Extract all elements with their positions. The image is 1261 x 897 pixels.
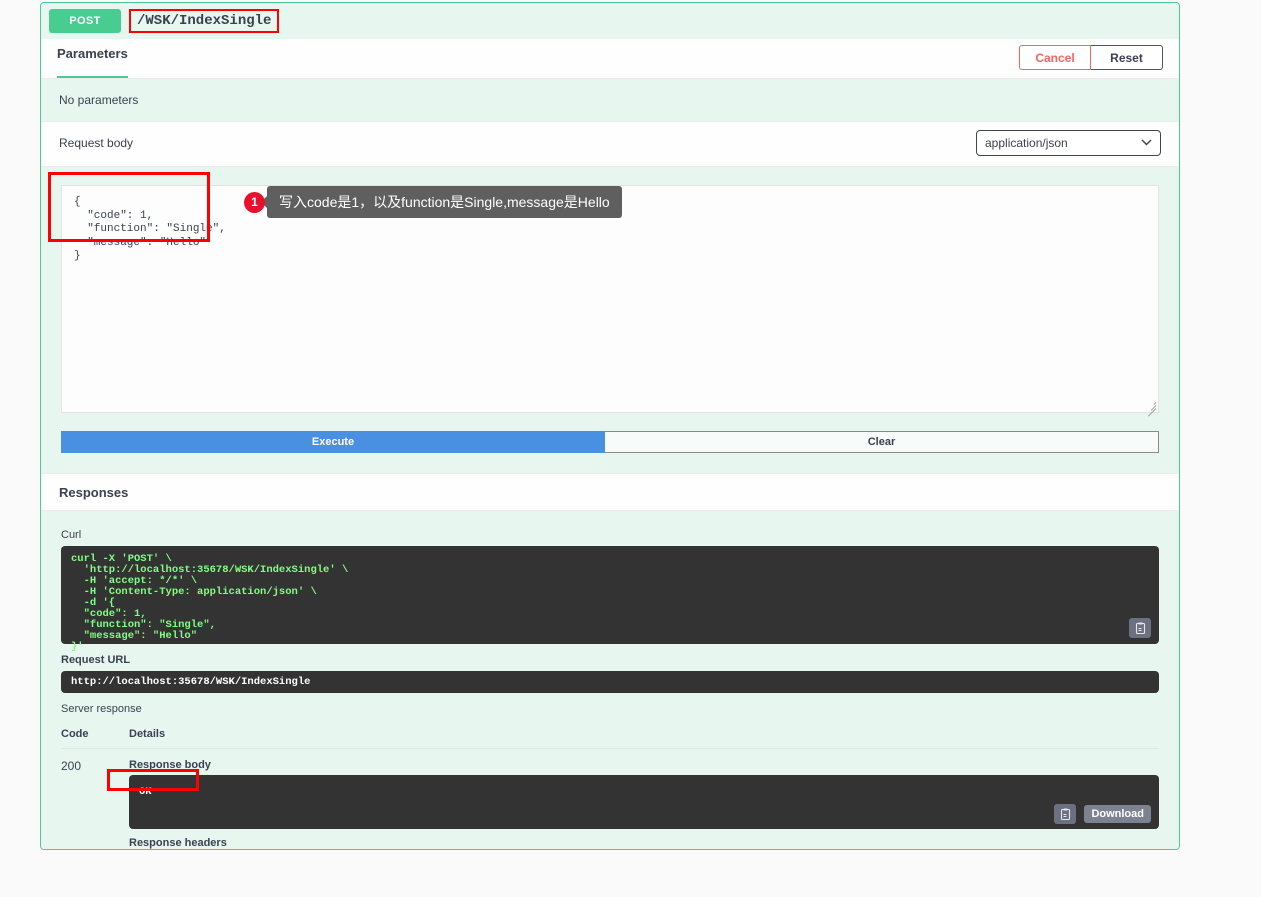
response-headers-label: Response headers: [129, 837, 227, 849]
header-button-group: Cancel Reset: [1019, 45, 1163, 70]
server-response-label: Server response: [61, 703, 142, 715]
curl-command: curl -X 'POST' \ 'http://localhost:35678…: [71, 553, 349, 653]
chevron-down-icon: [1141, 137, 1152, 149]
responses-section: Curl curl -X 'POST' \ 'http://localhost:…: [41, 511, 1179, 849]
http-method-badge: POST: [49, 9, 121, 33]
response-body-value: OK: [139, 786, 152, 798]
operation-block: POST /WSK/IndexSingle Parameters Cancel …: [40, 2, 1180, 850]
request-body-label: Request body: [59, 136, 134, 150]
response-details: Response body OK Download Response heade…: [107, 759, 1159, 849]
content-type-value: application/json: [985, 136, 1068, 150]
operation-summary-bar[interactable]: POST /WSK/IndexSingle: [41, 3, 1179, 39]
curl-label: Curl: [61, 529, 82, 541]
cancel-button[interactable]: Cancel: [1019, 45, 1091, 70]
column-header-details: Details: [129, 728, 166, 740]
action-button-row: Execute Clear: [41, 431, 1179, 473]
no-parameters-text: No parameters: [41, 79, 1179, 122]
operation-body: Parameters Cancel Reset No parameters Re…: [41, 39, 1179, 167]
annotation-number-badge: 1: [244, 191, 265, 213]
responses-section-title: Responses: [41, 473, 1179, 511]
swagger-ui-page: POST /WSK/IndexSingle Parameters Cancel …: [0, 0, 1261, 897]
copy-response-button[interactable]: [1054, 804, 1077, 824]
response-row: 200 Response body OK Download Response h…: [61, 749, 1159, 849]
request-url-block: http://localhost:35678/WSK/IndexSingle: [61, 671, 1159, 693]
parameters-header: Parameters Cancel Reset: [41, 39, 1179, 79]
response-body-block: OK Download: [107, 769, 1159, 829]
clear-button[interactable]: Clear: [605, 431, 1159, 453]
annotation-callout: 1 写入code是1，以及function是Single,message是Hel…: [244, 186, 622, 218]
request-url-value: http://localhost:35678/WSK/IndexSingle: [71, 676, 311, 688]
clipboard-copy-icon: [1135, 622, 1146, 634]
execute-button[interactable]: Execute: [61, 431, 605, 453]
request-body-textarea[interactable]: { "code": 1, "function": "Single", "mess…: [61, 185, 1159, 417]
request-body-row: Request body application/json: [41, 122, 1179, 167]
resize-grip-icon[interactable]: [1144, 398, 1157, 417]
annotation-text: 写入code是1，以及function是Single,message是Hello: [261, 186, 622, 218]
request-url-label: Request URL: [61, 654, 131, 666]
reset-button[interactable]: Reset: [1091, 45, 1163, 70]
tab-parameters[interactable]: Parameters: [57, 40, 128, 78]
response-body-label: Response body: [129, 759, 211, 771]
operation-path: /WSK/IndexSingle: [128, 9, 280, 33]
clipboard-copy-icon: [1061, 808, 1071, 820]
response-status-code: 200: [61, 759, 82, 773]
copy-curl-button[interactable]: [1129, 618, 1151, 638]
download-button[interactable]: Download: [1084, 805, 1151, 823]
curl-code-block: curl -X 'POST' \ 'http://localhost:35678…: [61, 546, 1159, 653]
response-table-header: Code Details: [61, 720, 1159, 749]
column-header-code: Code: [61, 728, 89, 740]
response-actions: Download: [1054, 804, 1151, 824]
content-type-select[interactable]: application/json: [976, 130, 1161, 156]
